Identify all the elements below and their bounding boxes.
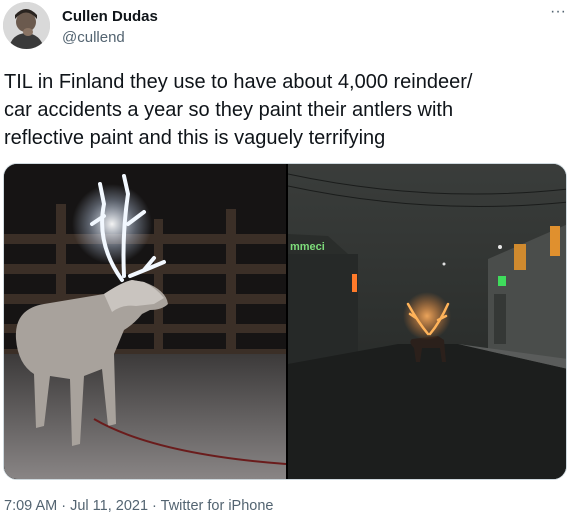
tweet-date[interactable]: Jul 11, 2021 xyxy=(70,498,148,514)
author-avatar[interactable] xyxy=(3,2,50,49)
meta-separator: · xyxy=(148,498,161,514)
tweet-source[interactable]: Twitter for iPhone xyxy=(161,498,274,514)
pharmacy-sign: mmeci xyxy=(290,241,325,253)
tweet-meta: 7:09 AM · Jul 11, 2021 · Twitter for iPh… xyxy=(4,498,273,514)
more-horizontal-icon: ··· xyxy=(550,3,566,20)
meta-separator: · xyxy=(57,498,71,514)
tweet-card: Cullen Dudas @cullend ··· TIL in Finland… xyxy=(0,0,570,519)
author-display-name[interactable]: Cullen Dudas xyxy=(62,8,158,25)
tweet-text: TIL in Finland they use to have about 4,… xyxy=(4,71,473,149)
more-options-button[interactable]: ··· xyxy=(548,0,568,24)
tweet-time[interactable]: 7:09 AM xyxy=(4,498,57,514)
reindeer-night-photo[interactable] xyxy=(4,164,286,479)
reindeer-fog-street-photo[interactable]: mmeci xyxy=(288,164,566,479)
tweet-media[interactable]: mmeci xyxy=(3,163,567,480)
author-handle[interactable]: @cullend xyxy=(62,29,125,46)
